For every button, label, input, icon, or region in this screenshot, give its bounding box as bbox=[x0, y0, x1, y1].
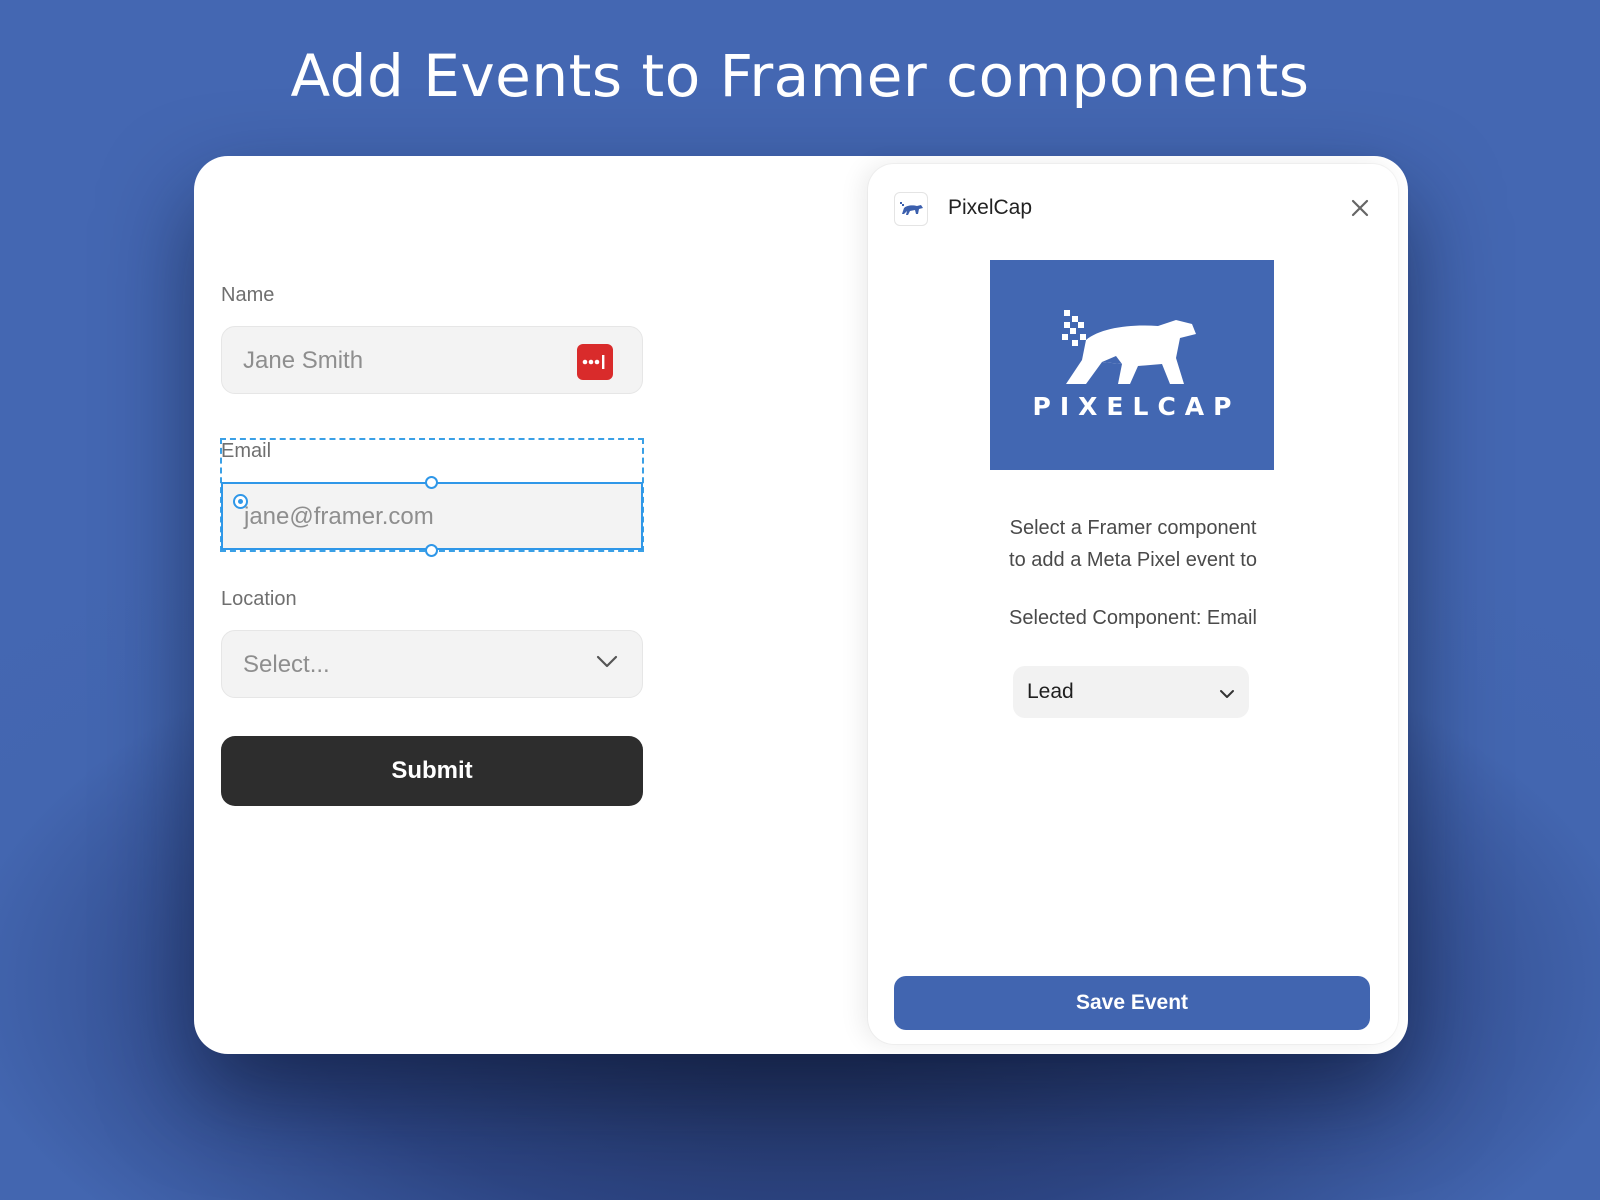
email-label: Email bbox=[221, 440, 272, 462]
password-manager-icon[interactable] bbox=[577, 344, 613, 380]
email-input-value: jane@framer.com bbox=[244, 503, 434, 530]
name-input-value: Jane Smith bbox=[243, 347, 364, 374]
event-type-select[interactable]: Lead bbox=[1013, 666, 1249, 718]
event-type-value: Lead bbox=[1027, 680, 1074, 703]
app-name: PixelCap bbox=[948, 196, 1033, 219]
panel-description: Select a Framer component to add a Meta … bbox=[868, 512, 1398, 576]
pixelcap-logo: PIXELCAP bbox=[990, 260, 1274, 470]
close-icon bbox=[1346, 199, 1374, 225]
location-select-value: Select... bbox=[243, 651, 330, 678]
name-input[interactable]: Jane Smith bbox=[221, 326, 643, 394]
email-input[interactable]: jane@framer.com bbox=[221, 482, 643, 550]
location-label: Location bbox=[221, 588, 297, 610]
chevron-down-icon bbox=[1219, 686, 1235, 704]
polar-bear-logo-icon bbox=[1062, 310, 1196, 384]
submit-button[interactable]: Submit bbox=[221, 736, 643, 806]
resize-handle-top[interactable] bbox=[425, 476, 438, 489]
close-button[interactable] bbox=[1346, 194, 1374, 222]
resize-handle-bottom[interactable] bbox=[425, 544, 438, 557]
polar-bear-icon bbox=[894, 192, 928, 226]
headline: Add Events to Framer components bbox=[290, 42, 1310, 110]
description-line-2: to add a Meta Pixel event to bbox=[1009, 549, 1257, 571]
pixelcap-plugin-panel: PixelCap PIXELCAP Select a Framer compon… bbox=[868, 164, 1398, 1044]
location-select[interactable]: Select... bbox=[221, 630, 643, 698]
save-event-button[interactable]: Save Event bbox=[894, 976, 1370, 1030]
chevron-down-icon bbox=[596, 655, 618, 674]
app-window: Name Jane Smith Email jane@framer.com Lo… bbox=[194, 156, 1408, 1054]
description-line-1: Select a Framer component bbox=[1009, 517, 1257, 539]
logo-wordmark: PIXELCAP bbox=[1032, 392, 1241, 421]
name-label: Name bbox=[221, 284, 275, 306]
selected-component-text: Selected Component: Email bbox=[1009, 607, 1257, 629]
